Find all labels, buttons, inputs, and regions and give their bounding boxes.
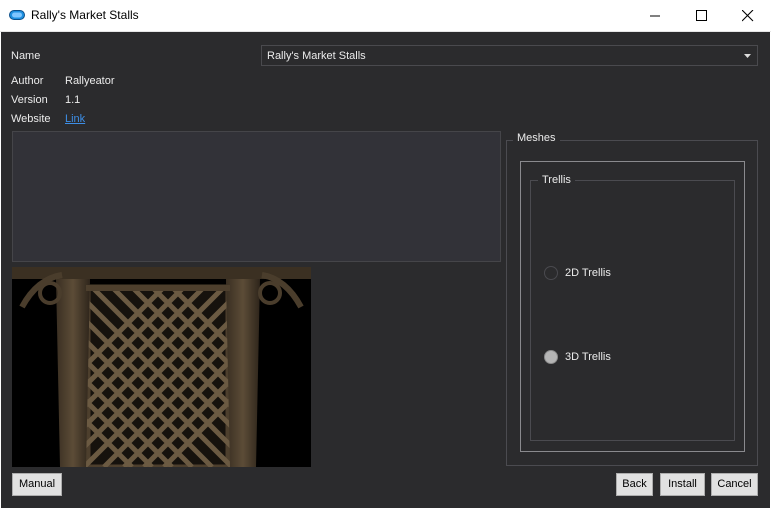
website-link[interactable]: Link (65, 113, 85, 125)
description-box (12, 131, 501, 262)
manual-button[interactable]: Manual (12, 473, 62, 496)
author-label: Author (11, 75, 44, 87)
radio-2d-trellis[interactable] (544, 266, 558, 280)
close-button[interactable] (725, 0, 771, 31)
radio-2d-trellis-label[interactable]: 2D Trellis (565, 267, 611, 279)
preview-image (0, 267, 354, 470)
name-label: Name (11, 50, 41, 62)
website-label: Website (11, 113, 51, 125)
minimize-button[interactable] (633, 0, 679, 31)
meshes-title: Meshes (513, 132, 560, 144)
version-label: Version (11, 94, 48, 106)
cancel-button[interactable]: Cancel (711, 473, 758, 496)
author-value: Rallyeator (65, 75, 115, 87)
maximize-button[interactable] (679, 0, 725, 31)
mod-name-value: Rally's Market Stalls (267, 50, 366, 62)
install-button[interactable]: Install (660, 473, 705, 496)
app-logo-icon (9, 10, 25, 20)
version-value: 1.1 (65, 94, 81, 106)
chevron-down-icon (744, 54, 751, 58)
trellis-preview-graphic (0, 267, 354, 470)
window-title: Rally's Market Stalls (31, 8, 139, 22)
trellis-group-title: Trellis (538, 174, 575, 186)
maximize-icon (696, 10, 707, 21)
title-bar: Rally's Market Stalls (0, 0, 771, 32)
radio-3d-trellis-label[interactable]: 3D Trellis (565, 351, 611, 363)
back-button[interactable]: Back (616, 473, 653, 496)
minimize-icon (650, 15, 660, 17)
installer-body: Name Rally's Market Stalls Author Rallye… (0, 32, 770, 508)
trellis-groupbox (530, 180, 735, 441)
radio-3d-trellis[interactable] (544, 350, 558, 364)
close-icon (742, 10, 754, 22)
mod-name-dropdown[interactable]: Rally's Market Stalls (261, 45, 758, 66)
